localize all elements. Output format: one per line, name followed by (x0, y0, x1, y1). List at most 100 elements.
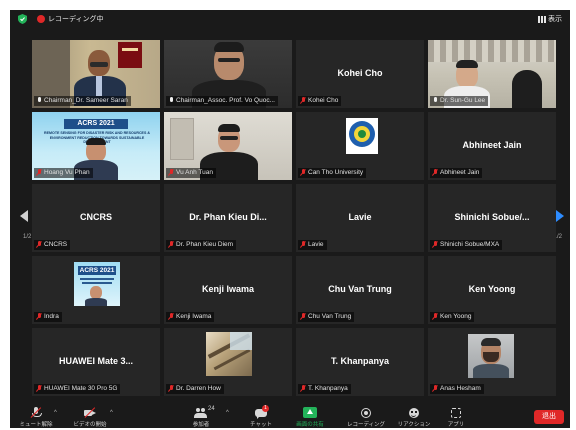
meeting-toolbar: ミュート解除 ^ ビデオの開始 ^ 参加者 24 ^ 1 チャット 画面の共有 … (10, 405, 570, 428)
participant-name-label: Can Tho University (298, 168, 367, 178)
audio-options-chevron-icon[interactable]: ^ (54, 410, 57, 416)
share-screen-icon (303, 407, 317, 418)
unmute-button[interactable]: ミュート解除 (16, 406, 56, 428)
apps-button[interactable]: アプリ (444, 406, 468, 428)
video-options-chevron-icon[interactable]: ^ (110, 410, 113, 416)
start-video-button[interactable]: ビデオの開始 (68, 406, 112, 428)
mic-muted-icon (432, 385, 438, 393)
mic-muted-icon (168, 313, 174, 321)
participants-icon (194, 407, 208, 419)
mic-on-icon (36, 97, 42, 105)
participant-display-name: Ken Yoong (468, 284, 516, 294)
participant-tile[interactable]: Abhineet Jain Abhineet Jain (428, 112, 556, 180)
participant-tile[interactable]: Chairman_Assoc. Prof. Vo Quoc... (164, 40, 292, 108)
recording-status: レコーディング中 (48, 16, 104, 23)
participant-display-name: Chu Van Trung (328, 284, 392, 294)
participant-name-label: Abhineet Jain (430, 168, 483, 178)
participant-tile[interactable]: Kohei Cho Kohei Cho (296, 40, 424, 108)
share-screen-wrapper (303, 407, 317, 419)
mic-muted-icon (168, 385, 174, 393)
mic-muted-icon (36, 241, 42, 249)
acrs-banner-title: ACRS 2021 (64, 119, 128, 129)
participant-name-label: Chairman_Dr. Sameer Saran (34, 96, 131, 106)
participant-tile[interactable]: Chu Van Trung Chu Van Trung (296, 256, 424, 324)
chat-label: チャット (250, 422, 272, 428)
participant-name-label: Hoang Vu Phan (34, 168, 93, 178)
participant-tile[interactable]: CNCRS CNCRS (32, 184, 160, 252)
mic-on-icon (168, 97, 174, 105)
mic-muted-icon (300, 385, 306, 393)
share-screen-button[interactable]: 画面の共有 (292, 406, 328, 428)
chat-button[interactable]: 1 チャット (246, 405, 276, 428)
mic-muted-icon (300, 169, 306, 177)
participant-name-label: Indra (34, 312, 62, 322)
participant-name-label: Chu Van Trung (298, 312, 355, 322)
camera-off-icon (83, 407, 97, 419)
participant-name-label: CNCRS (34, 240, 71, 250)
view-button[interactable]: 表示 (538, 14, 562, 24)
participant-name-label: Ken Yoong (430, 312, 475, 322)
recording-dot-icon (37, 15, 45, 23)
participant-tile[interactable]: ACRS 2021 REMOTE SENSING FOR DISASTER RI… (32, 112, 160, 180)
smiley-icon (407, 407, 421, 419)
participant-tile[interactable]: HUAWEI Mate 3... HUAWEI Mate 30 Pro 5G (32, 328, 160, 396)
participant-tile[interactable]: ACRS 2021 Indra (32, 256, 160, 324)
mic-muted-icon (432, 241, 438, 249)
participant-tile[interactable]: Chairman_Dr. Sameer Saran (32, 40, 160, 108)
record-label: レコーディング (346, 422, 386, 428)
participant-name-label: Dr. Darren How (166, 384, 224, 394)
participant-name-label: Lavie (298, 240, 327, 250)
participant-tile[interactable]: T. Khanpanya T. Khanpanya (296, 328, 424, 396)
leave-meeting-button[interactable]: 退出 (534, 410, 564, 424)
participant-name-label: Anas Hesham (430, 384, 484, 394)
chat-unread-badge: 1 (262, 405, 269, 412)
participant-tile[interactable]: Ken Yoong Ken Yoong (428, 256, 556, 324)
participant-tile[interactable]: Lavie Lavie (296, 184, 424, 252)
view-label: 表示 (548, 16, 562, 23)
mic-muted-icon (36, 169, 42, 177)
participant-display-name: Shinichi Sobue/... (454, 212, 530, 222)
participant-tile[interactable]: Vu Anh Tuan (164, 112, 292, 180)
participant-tile[interactable]: Dr. Sun-Gu Lee (428, 40, 556, 108)
zoom-meeting-window: レコーディング中 表示 1/2 1/2 Chairman_Dr. Sameer … (10, 10, 570, 428)
apps-label: アプリ (447, 422, 465, 428)
participant-tile[interactable]: Dr. Darren How (164, 328, 292, 396)
chat-bubble-icon: 1 (254, 405, 269, 419)
participant-tile[interactable]: Dr. Phan Kieu Di... Dr. Phan Kieu Diem (164, 184, 292, 252)
participant-display-name: HUAWEI Mate 3... (58, 356, 133, 366)
participant-name-label: Chairman_Assoc. Prof. Vo Quoc... (166, 96, 278, 106)
record-button[interactable]: レコーディング (346, 406, 386, 428)
university-logo (346, 118, 378, 154)
microphone-muted-icon (29, 407, 43, 419)
participant-name-label: Dr. Sun-Gu Lee (430, 96, 489, 106)
participant-tile[interactable]: Shinichi Sobue/... Shinichi Sobue/MXA (428, 184, 556, 252)
participant-gallery: Chairman_Dr. Sameer Saran Chairman_Assoc… (32, 40, 556, 396)
mic-muted-icon (432, 313, 438, 321)
page-indicator-left: 1/2 (23, 234, 32, 240)
participant-tile[interactable]: Can Tho University (296, 112, 424, 180)
previous-page-arrow[interactable] (20, 210, 28, 222)
participants-count: 24 (208, 406, 215, 412)
mic-muted-icon (168, 241, 174, 249)
share-screen-label: 画面の共有 (296, 422, 324, 428)
participant-display-name: Abhineet Jain (462, 140, 522, 150)
gallery-view-icon (538, 15, 546, 23)
top-bar: レコーディング中 表示 (10, 10, 570, 28)
participant-name-label: Dr. Phan Kieu Diem (166, 240, 237, 250)
participant-tile[interactable]: Anas Hesham (428, 328, 556, 396)
participant-name-label: Kohei Cho (298, 96, 342, 106)
reactions-button[interactable]: リアクション (394, 406, 434, 428)
participant-name-label: Kenji Iwama (166, 312, 215, 322)
participant-display-name: Lavie (348, 212, 372, 222)
acrs-banner-title: ACRS 2021 (78, 266, 116, 275)
record-icon (359, 407, 373, 419)
participant-name-label: Shinichi Sobue/MXA (430, 240, 503, 250)
security-shield-icon[interactable] (18, 14, 27, 24)
next-page-arrow[interactable] (556, 210, 564, 222)
unmute-label: ミュート解除 (19, 422, 53, 428)
participants-options-chevron-icon[interactable]: ^ (226, 410, 229, 416)
mic-muted-icon (300, 313, 306, 321)
participant-display-name: Kohei Cho (337, 68, 383, 78)
mic-muted-icon (300, 97, 306, 105)
participant-tile[interactable]: Kenji Iwama Kenji Iwama (164, 256, 292, 324)
